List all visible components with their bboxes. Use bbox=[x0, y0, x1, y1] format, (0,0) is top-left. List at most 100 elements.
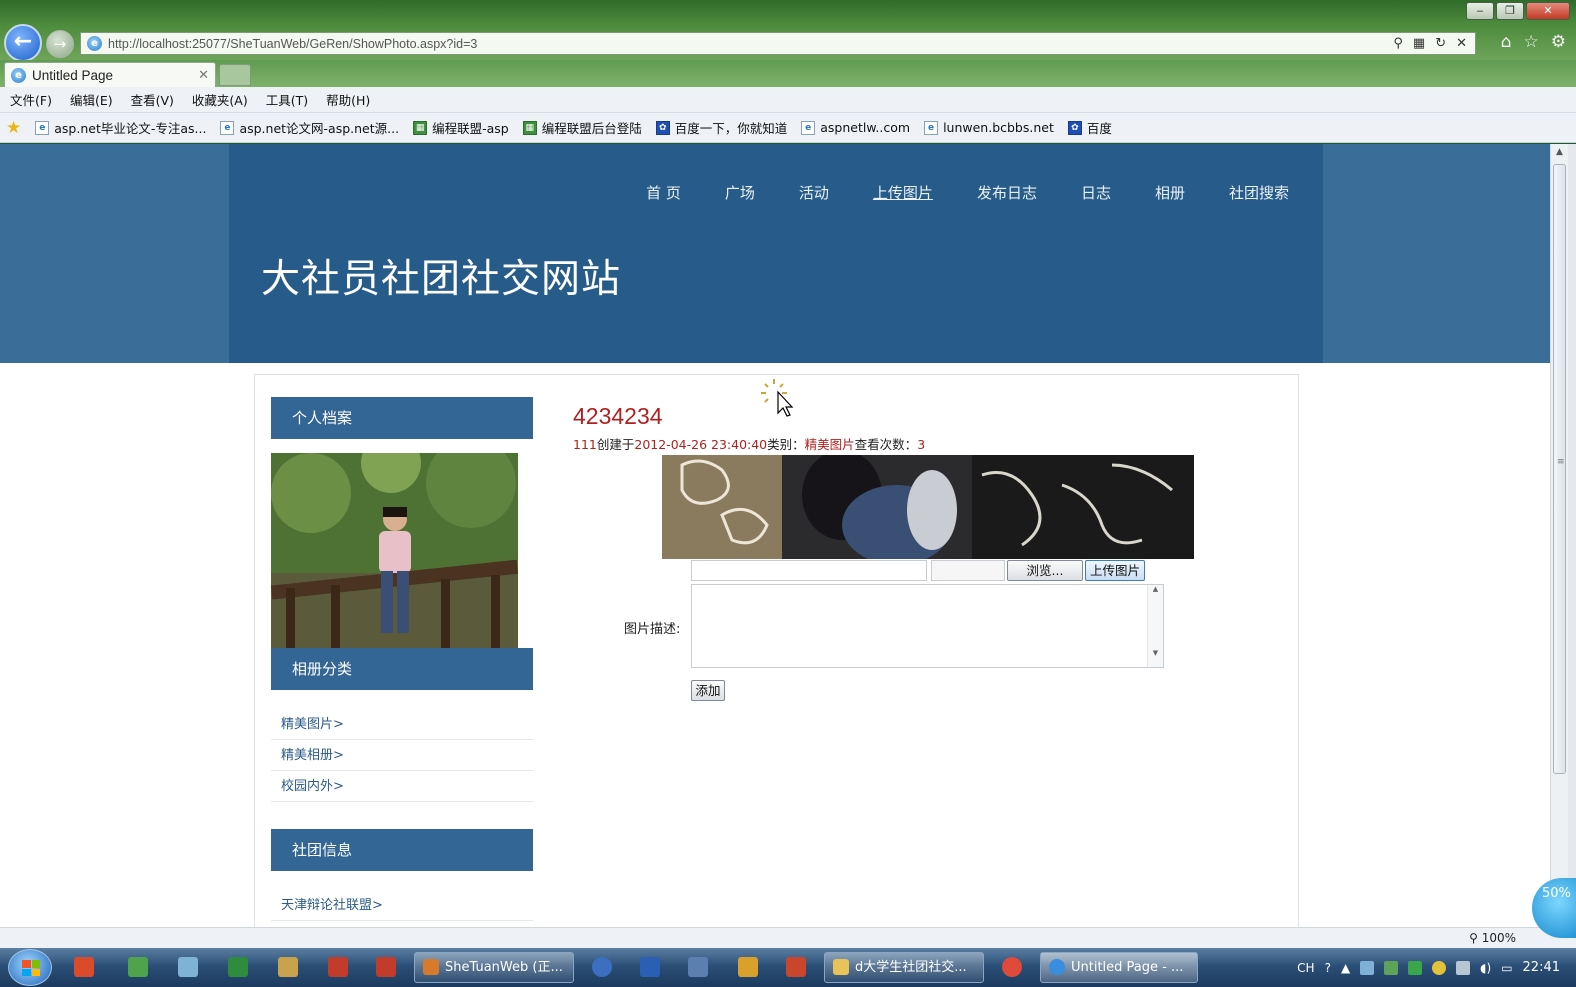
nav-upload-photo[interactable]: 上传图片 bbox=[873, 182, 933, 203]
taskbar-task-ie[interactable]: Untitled Page - ... bbox=[1040, 952, 1198, 983]
album-link-featured[interactable]: 精美图片> bbox=[271, 709, 533, 740]
taskbar-task-folder[interactable]: d大学生社团社交... bbox=[824, 952, 984, 983]
favorite-link[interactable]: e lunwen.bcbbs.net bbox=[924, 120, 1054, 135]
search-icon[interactable]: ⚲ bbox=[1393, 36, 1403, 51]
task-label: SheTuanWeb (正... bbox=[445, 960, 563, 975]
nav-album[interactable]: 相册 bbox=[1155, 182, 1185, 203]
network-icon[interactable]: ▭ bbox=[1501, 961, 1512, 975]
start-button[interactable] bbox=[8, 949, 52, 986]
pinned-app-icon[interactable] bbox=[592, 957, 612, 977]
favorite-label: 编程联盟后台登陆 bbox=[541, 121, 642, 136]
volume-icon[interactable]: ◖) bbox=[1480, 961, 1491, 975]
pinned-app-icon[interactable] bbox=[228, 957, 248, 977]
pinned-app-icon[interactable] bbox=[640, 957, 660, 977]
favorite-link[interactable]: ▦ 编程联盟-asp bbox=[413, 118, 509, 137]
pinned-app-icon[interactable] bbox=[328, 957, 348, 977]
window-controls: ‒ ❐ ✕ bbox=[1466, 2, 1570, 20]
pinned-app-icon[interactable] bbox=[738, 957, 758, 977]
chrome-icon[interactable] bbox=[1002, 957, 1022, 977]
url-text[interactable]: http://localhost:25077/SheTuanWeb/GeRen/… bbox=[108, 37, 477, 51]
favorite-link[interactable]: ✿ 百度 bbox=[1067, 118, 1112, 137]
menu-edit[interactable]: 编辑(E) bbox=[70, 90, 113, 109]
nav-home[interactable]: 首 页 bbox=[646, 182, 681, 203]
scroll-up-icon[interactable]: ▲ bbox=[1551, 144, 1568, 161]
browser-tab[interactable]: e Untitled Page ✕ bbox=[4, 62, 216, 87]
favorite-link[interactable]: e aspnetlw..com bbox=[801, 120, 910, 135]
description-label: 图片描述: bbox=[624, 622, 681, 637]
monitor-icon[interactable] bbox=[178, 957, 198, 977]
favorite-label: lunwen.bcbbs.net bbox=[943, 120, 1054, 135]
new-tab-button[interactable] bbox=[219, 64, 251, 86]
pinned-app-icon[interactable] bbox=[278, 957, 298, 977]
scroll-up-icon[interactable]: ▲ bbox=[1148, 585, 1163, 593]
file-path-input[interactable] bbox=[691, 560, 927, 581]
favorite-link[interactable]: e asp.net毕业论文-专注as... bbox=[35, 118, 206, 137]
menu-favorites[interactable]: 收藏夹(A) bbox=[192, 90, 248, 109]
album-link-albums[interactable]: 精美相册> bbox=[271, 740, 533, 771]
nav-activities[interactable]: 活动 bbox=[799, 182, 829, 203]
home-icon[interactable]: ⌂ bbox=[1501, 32, 1512, 52]
tray-expand-icon[interactable]: ▲ bbox=[1341, 961, 1350, 975]
taskbar-task-shetuanweb[interactable]: SheTuanWeb (正... bbox=[414, 952, 574, 983]
compat-view-icon[interactable]: ▦ bbox=[1413, 36, 1425, 51]
pinned-app-icon[interactable] bbox=[74, 957, 94, 977]
ime-indicator[interactable]: CH bbox=[1297, 961, 1314, 975]
nav-square[interactable]: 广场 bbox=[725, 182, 755, 203]
refresh-icon[interactable]: ↻ bbox=[1435, 36, 1446, 51]
add-button[interactable]: 添加 bbox=[691, 680, 725, 701]
browse-button[interactable]: 浏览... bbox=[1007, 560, 1083, 581]
favorite-link[interactable]: ▦ 编程联盟后台登陆 bbox=[522, 118, 642, 137]
pinned-app-icon[interactable] bbox=[786, 957, 806, 977]
textarea-scrollbar[interactable]: ▲ ▼ bbox=[1147, 585, 1163, 667]
pinned-app-icon[interactable] bbox=[376, 957, 396, 977]
album-link-campus[interactable]: 校园内外> bbox=[271, 771, 533, 802]
zoom-level[interactable]: ⚲ 100% bbox=[1469, 931, 1516, 945]
address-bar[interactable]: e http://localhost:25077/SheTuanWeb/GeRe… bbox=[80, 32, 1476, 55]
menu-view[interactable]: 查看(V) bbox=[131, 90, 174, 109]
address-tools: ⚲ ▦ ↻ ✕ bbox=[1393, 36, 1475, 51]
weather-percent: 50% bbox=[1542, 886, 1571, 901]
page-viewport: 首 页 广场 活动 上传图片 发布日志 日志 相册 社团搜索 大社员社团社交网站… bbox=[0, 144, 1550, 927]
club-link[interactable]: 天津辩论社联盟> bbox=[271, 890, 533, 921]
close-window-button[interactable]: ✕ bbox=[1526, 2, 1570, 20]
description-textarea[interactable]: ▲ ▼ bbox=[691, 584, 1164, 668]
shield-icon[interactable] bbox=[128, 957, 148, 977]
gear-icon[interactable]: ⚙ bbox=[1551, 32, 1566, 52]
tray-app-icon[interactable] bbox=[1432, 960, 1447, 975]
menu-tools[interactable]: 工具(T) bbox=[266, 90, 308, 109]
page-scrollbar[interactable]: ▲ ≡ ▼ bbox=[1550, 144, 1568, 927]
pinned-app-icon[interactable] bbox=[688, 957, 708, 977]
tab-row: e Untitled Page ✕ bbox=[0, 60, 1576, 87]
tray-app-icon[interactable] bbox=[1360, 960, 1375, 975]
upload-photo-button[interactable]: 上传图片 bbox=[1085, 560, 1145, 581]
favorite-link[interactable]: e asp.net论文网-asp.net源... bbox=[220, 118, 399, 137]
tray-app-icon[interactable] bbox=[1384, 960, 1399, 975]
favorites-star-icon[interactable]: ☆ bbox=[1524, 32, 1539, 52]
tray-app-icon[interactable] bbox=[1456, 960, 1471, 975]
forward-button[interactable]: → bbox=[46, 30, 74, 58]
file-path-input-secondary[interactable] bbox=[931, 560, 1005, 581]
menu-file[interactable]: 文件(F) bbox=[10, 90, 52, 109]
help-icon[interactable]: ? bbox=[1325, 961, 1331, 975]
restore-button[interactable]: ❐ bbox=[1496, 2, 1524, 20]
grip-icon: ≡ bbox=[1557, 457, 1565, 467]
back-button[interactable]: ← bbox=[4, 24, 42, 62]
favorite-link[interactable]: ✿ 百度一下，你就知道 bbox=[655, 118, 787, 137]
ie-page-icon: e bbox=[924, 120, 939, 135]
favorites-star-icon[interactable]: ★ bbox=[6, 118, 21, 138]
menu-help[interactable]: 帮助(H) bbox=[326, 90, 370, 109]
header-inner: 首 页 广场 活动 上传图片 发布日志 日志 相册 社团搜索 大社员社团社交网站 bbox=[229, 144, 1323, 363]
minimize-button[interactable]: ‒ bbox=[1466, 2, 1494, 20]
clock[interactable]: 22:41 bbox=[1523, 960, 1560, 975]
tab-close-icon[interactable]: ✕ bbox=[198, 68, 209, 83]
taskbar: SheTuanWeb (正... d大学生社团社交... Untitled Pa… bbox=[0, 948, 1576, 987]
nav-club-search[interactable]: 社团搜索 bbox=[1229, 182, 1289, 203]
nav-post-blog[interactable]: 发布日志 bbox=[977, 182, 1037, 203]
folder-icon bbox=[833, 959, 849, 975]
nav-blog[interactable]: 日志 bbox=[1081, 182, 1111, 203]
scroll-thumb[interactable]: ≡ bbox=[1553, 164, 1566, 774]
stop-icon[interactable]: ✕ bbox=[1456, 36, 1467, 51]
scroll-down-icon[interactable]: ▼ bbox=[1148, 649, 1163, 657]
tray-app-icon[interactable] bbox=[1408, 960, 1423, 975]
browser-tools: ⌂ ☆ ⚙ bbox=[1501, 32, 1566, 52]
